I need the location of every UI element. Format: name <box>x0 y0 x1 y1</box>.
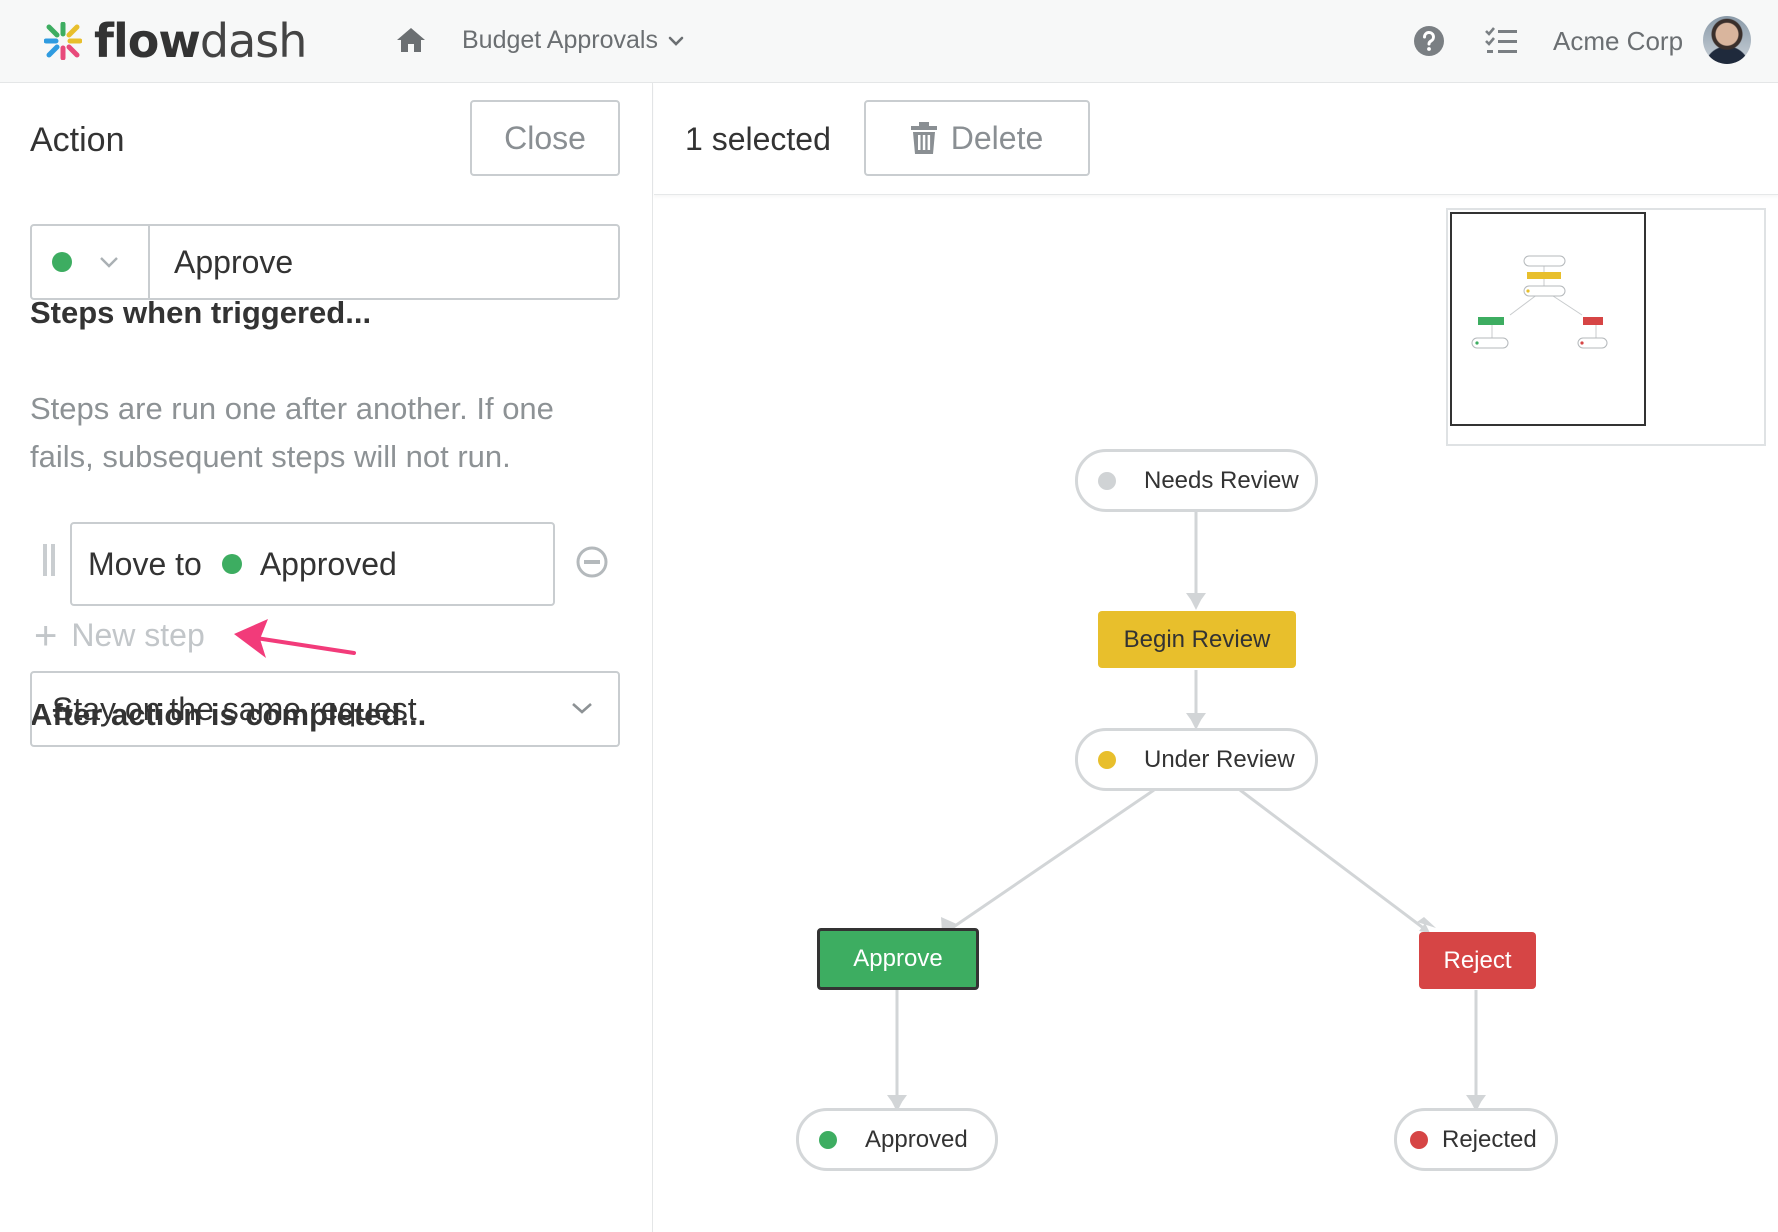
logo-text: flowdash <box>94 14 307 68</box>
canvas-toolbar: 1 selected Delete <box>654 83 1778 195</box>
after-action-value: Stay on the same request <box>52 690 417 727</box>
chevron-down-icon <box>572 703 592 714</box>
node-begin-review[interactable]: Begin Review <box>1098 611 1296 668</box>
trash-icon <box>910 122 937 154</box>
node-label: Rejected <box>1442 1125 1537 1153</box>
minimap[interactable] <box>1446 208 1766 446</box>
chevron-down-icon <box>668 36 684 46</box>
action-name-group <box>30 224 620 300</box>
color-picker[interactable] <box>32 226 150 298</box>
green-dot-icon <box>52 252 72 272</box>
node-label: Reject <box>1443 946 1512 974</box>
top-bar: flowdash Budget Approvals Acme Corp <box>0 0 1778 83</box>
help-icon[interactable] <box>1413 25 1445 57</box>
node-under-review[interactable]: Under Review <box>1075 728 1318 791</box>
steps-heading: Steps when triggered... <box>30 295 372 330</box>
node-rejected[interactable]: Rejected <box>1394 1108 1558 1171</box>
step-target: Approved <box>259 545 397 582</box>
breadcrumb-dropdown[interactable]: Budget Approvals <box>462 26 684 55</box>
new-step-button[interactable]: + New step <box>34 613 205 658</box>
step-move-to[interactable]: Move to Approved <box>70 522 555 606</box>
state-dot-icon <box>1098 471 1116 490</box>
logo[interactable]: flowdash <box>44 14 307 68</box>
edge-under-reject <box>1239 788 1430 934</box>
avatar[interactable] <box>1703 16 1751 64</box>
step-prefix: Move to <box>88 545 202 582</box>
node-approved[interactable]: Approved <box>796 1108 998 1171</box>
delete-label: Delete <box>950 119 1044 156</box>
chevron-down-icon <box>100 257 118 268</box>
node-label: Begin Review <box>1123 625 1271 653</box>
breadcrumb-label: Budget Approvals <box>462 26 658 54</box>
edge-under-approve <box>944 788 1155 933</box>
selected-count: 1 selected <box>685 121 831 157</box>
steps-help-text: Steps are run one after another. If one … <box>30 391 554 474</box>
panel-title: Action <box>30 121 125 159</box>
node-approve-selected[interactable]: Approve <box>817 928 979 990</box>
new-step-label: New step <box>71 617 205 653</box>
org-switcher[interactable]: Acme Corp <box>1553 26 1683 57</box>
node-label: Needs Review <box>1144 466 1299 494</box>
state-dot-icon <box>819 1130 837 1149</box>
minimap-viewport[interactable] <box>1450 212 1646 426</box>
node-label: Approved <box>865 1125 968 1153</box>
state-dot-icon <box>1098 750 1116 769</box>
node-label: Approve <box>853 945 943 972</box>
flowdash-logo-icon <box>44 22 82 60</box>
close-button[interactable]: Close <box>470 100 620 176</box>
node-label: Under Review <box>1144 745 1295 773</box>
node-needs-review[interactable]: Needs Review <box>1075 449 1318 512</box>
action-name-input[interactable] <box>150 226 618 298</box>
green-dot-icon <box>221 554 242 574</box>
drag-handle[interactable] <box>43 544 57 576</box>
annotation-arrow-icon <box>234 619 356 658</box>
home-icon[interactable] <box>396 26 426 54</box>
state-dot-icon <box>1410 1130 1428 1149</box>
delete-button[interactable]: Delete <box>864 100 1090 176</box>
plus-icon: + <box>34 613 58 658</box>
after-action-select[interactable]: Stay on the same request <box>30 671 620 747</box>
remove-step-icon[interactable] <box>575 545 609 579</box>
tasks-icon[interactable] <box>1484 26 1518 56</box>
node-reject[interactable]: Reject <box>1419 932 1536 989</box>
